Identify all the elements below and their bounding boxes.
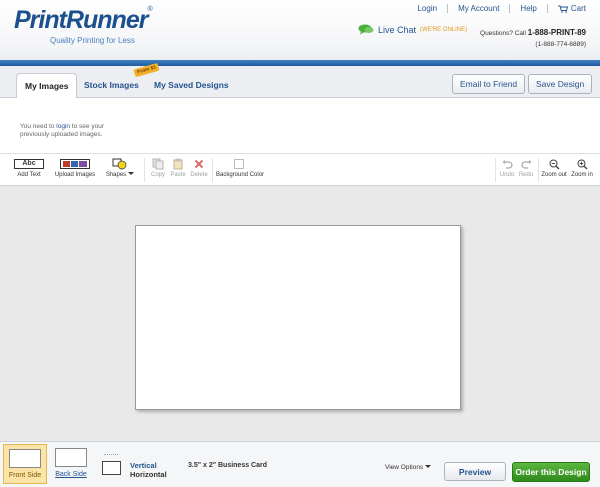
site-header: PrintRunner® Quality Printing for Less L…	[0, 0, 600, 66]
add-text-label: Add Text	[17, 172, 41, 178]
design-workspace	[0, 187, 600, 441]
redo-label: Redo	[518, 172, 534, 178]
chevron-down-icon	[128, 172, 135, 175]
login-message: You need to login to see your previously…	[20, 123, 130, 139]
add-text-button[interactable]: Abc Add Text	[13, 158, 45, 178]
printrunner-logo[interactable]: PrintRunner® Quality Printing for Less	[14, 6, 153, 45]
delete-label: Delete	[190, 172, 208, 178]
color-swatch-icon	[234, 159, 244, 169]
background-color-label: Background Color	[216, 172, 265, 178]
copy-button[interactable]: Copy	[149, 158, 167, 178]
back-side-tab[interactable]: Back Side	[49, 444, 93, 484]
login-link[interactable]: Login	[417, 4, 437, 13]
view-options-dropdown[interactable]: View Options	[385, 464, 432, 471]
back-side-label: Back Side	[55, 471, 87, 478]
cart-link[interactable]: Cart	[571, 4, 586, 13]
phone-question: Questions? Call	[480, 30, 528, 37]
cart-icon[interactable]	[557, 5, 568, 13]
image-upload-icon	[60, 159, 90, 169]
front-side-tab[interactable]: Front Side	[3, 444, 47, 484]
view-options-label: View Options	[385, 464, 424, 471]
my-account-link[interactable]: My Account	[458, 4, 499, 13]
zoom-in-icon	[577, 159, 587, 169]
image-login-link[interactable]: login	[56, 123, 70, 130]
delete-icon	[194, 159, 204, 169]
save-design-button[interactable]: Save Design	[528, 74, 593, 94]
toolbar-divider	[538, 158, 539, 182]
undo-icon	[502, 159, 513, 169]
top-links: Login My Account Help Cart	[417, 4, 586, 13]
zoom-in-button[interactable]: Zoom in	[569, 158, 595, 178]
shapes-label: Shapes	[105, 172, 127, 178]
logo-wordmark: PrintRunner	[14, 6, 148, 34]
upload-images-button[interactable]: Upload Images	[52, 158, 98, 178]
shapes-dropdown[interactable]: Shapes	[104, 158, 136, 178]
image-pane: You need to login to see your previously…	[0, 98, 600, 154]
login-message-before: You need to	[20, 123, 57, 130]
phone-contact: Questions? Call 1-888-PRINT-89 (1-888-77…	[480, 25, 586, 50]
tab-my-saved-designs[interactable]: My Saved Designs	[146, 73, 237, 98]
email-to-friend-button[interactable]: Email to Friend	[452, 74, 526, 94]
zoom-out-icon	[549, 159, 559, 169]
paste-icon	[173, 158, 183, 170]
front-side-label: Front Side	[8, 472, 42, 479]
orientation-guide	[104, 454, 118, 455]
divider	[447, 4, 449, 13]
trademark-mark: ®	[147, 6, 153, 13]
zoom-in-label: Zoom in	[571, 172, 593, 178]
phone-number-alt: (1-888-774-6889)	[535, 41, 586, 48]
bottom-bar: Front Side Back Side Vertical Horizontal…	[0, 441, 600, 487]
upload-images-label: Upload Images	[54, 172, 96, 178]
copy-label: Copy	[150, 172, 165, 178]
divider	[546, 4, 548, 13]
back-side-thumbnail	[55, 448, 87, 467]
chevron-down-icon	[425, 465, 432, 468]
horizontal-option[interactable]: Horizontal	[130, 470, 167, 479]
live-chat-label[interactable]: Live Chat	[378, 25, 416, 35]
text-icon: Abc	[14, 159, 44, 169]
undo-label: Undo	[499, 172, 515, 178]
zoom-out-button[interactable]: Zoom out	[540, 158, 568, 178]
front-side-thumbnail	[9, 449, 41, 468]
phone-number: 1-888-PRINT-89	[527, 28, 586, 37]
chat-bubble-icon	[358, 24, 374, 35]
help-link[interactable]: Help	[520, 4, 536, 13]
delete-button[interactable]: Delete	[189, 158, 209, 178]
shapes-icon	[112, 158, 127, 170]
zoom-out-label: Zoom out	[541, 172, 567, 178]
background-color-button[interactable]: Background Color	[216, 158, 265, 178]
live-chat[interactable]: Live Chat (WE'RE ONLINE)	[358, 24, 467, 35]
toolbar-divider	[212, 158, 213, 182]
divider	[509, 4, 511, 13]
tab-my-images[interactable]: My Images	[16, 73, 78, 99]
copy-icon	[152, 158, 164, 170]
toolbar-divider	[495, 158, 496, 182]
order-design-button[interactable]: Order this Design	[512, 462, 590, 482]
logo-tagline: Quality Printing for Less	[50, 36, 135, 45]
side-selector: Front Side Back Side	[3, 443, 94, 485]
editor-toolbar: Abc Add Text Upload Images Shapes Copy P…	[0, 154, 600, 186]
undo-button[interactable]: Undo	[498, 158, 516, 178]
product-size-label: 3.5" x 2" Business Card	[188, 462, 268, 469]
paste-label: Paste	[170, 172, 186, 178]
redo-button[interactable]: Redo	[517, 158, 535, 178]
orientation-card-icon	[102, 461, 121, 475]
toolbar-divider	[144, 158, 145, 182]
design-canvas[interactable]	[135, 225, 461, 410]
chat-status: (WE'RE ONLINE)	[420, 26, 468, 33]
paste-button[interactable]: Paste	[169, 158, 187, 178]
redo-icon	[520, 159, 531, 169]
preview-button[interactable]: Preview	[444, 462, 506, 481]
vertical-option[interactable]: Vertical	[130, 461, 157, 470]
